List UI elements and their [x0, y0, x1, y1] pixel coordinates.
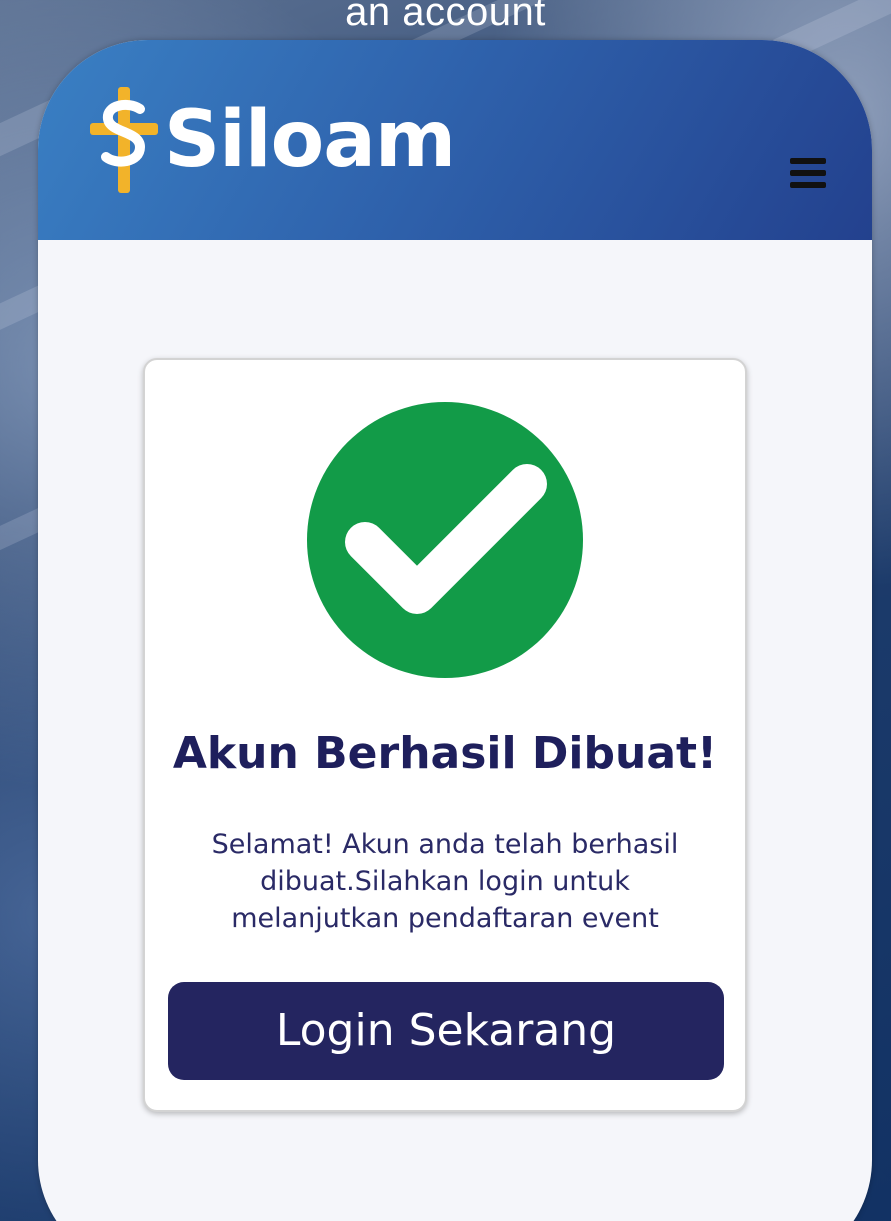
login-now-button[interactable]: Login Sekarang: [168, 982, 724, 1080]
siloam-cross-icon: [90, 87, 158, 193]
success-card: Akun Berhasil Dibuat! Selamat! Akun anda…: [143, 358, 747, 1112]
success-message-line: Selamat! Akun anda telah berhasil: [211, 829, 679, 860]
check-circle-icon: [307, 402, 583, 678]
app-header: Siloam: [38, 40, 872, 240]
success-message-line: dibuat.Silahkan login untuk: [260, 866, 630, 897]
logo-text: Siloam: [164, 95, 456, 185]
siloam-logo[interactable]: Siloam: [88, 85, 456, 195]
success-message: Selamat! Akun anda telah berhasil dibuat…: [185, 826, 705, 937]
hamburger-menu-button[interactable]: [788, 156, 828, 190]
mobile-screen: Siloam Akun Berhasil Dibuat! Selamat! Ak…: [38, 40, 872, 1221]
background-caption: an account: [345, 0, 546, 34]
success-title: Akun Berhasil Dibuat!: [172, 728, 718, 779]
success-message-line: melanjutkan pendaftaran event: [231, 903, 659, 934]
